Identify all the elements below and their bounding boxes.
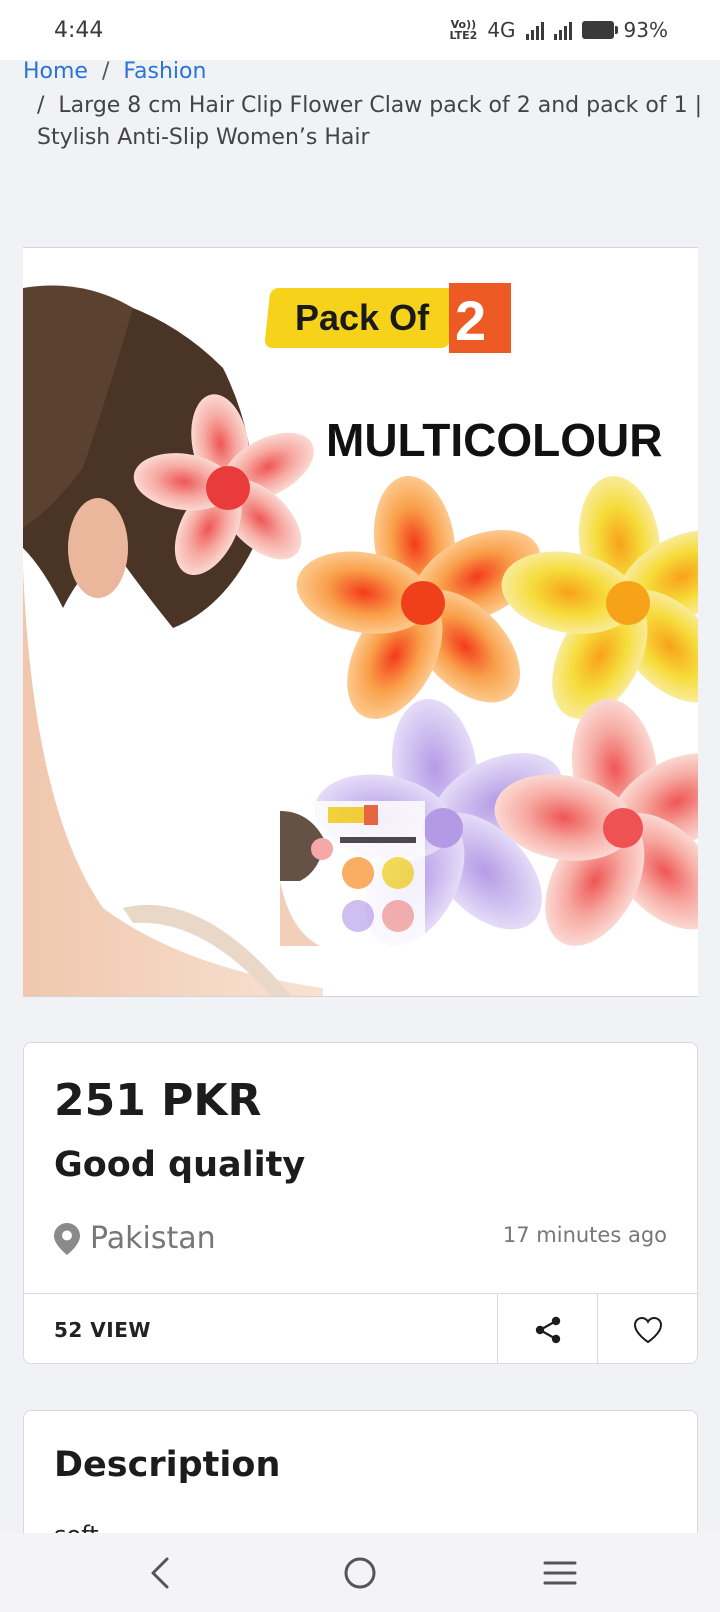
share-button[interactable] bbox=[497, 1294, 597, 1363]
status-time: 4:44 bbox=[54, 17, 104, 43]
listing-actions: 52 VIEW bbox=[24, 1293, 697, 1363]
product-image[interactable]: Pack Of 2 MULTICOLOUR bbox=[23, 247, 698, 997]
location-text: Pakistan bbox=[90, 1221, 216, 1256]
battery-level: 93% bbox=[623, 18, 668, 42]
view-count: 52 VIEW bbox=[54, 1317, 151, 1342]
status-bar: 4:44 Vo)) LTE2 4G 93% bbox=[0, 0, 720, 60]
breadcrumb-separator-2: / bbox=[37, 93, 45, 118]
share-icon bbox=[535, 1316, 560, 1343]
heart-icon bbox=[633, 1316, 662, 1343]
description-heading: Description bbox=[54, 1445, 281, 1485]
signal-icon bbox=[525, 20, 544, 40]
location-pin-icon bbox=[54, 1222, 80, 1255]
multicolour-banner: MULTICOLOUR bbox=[326, 414, 662, 466]
listing-location: Pakistan bbox=[54, 1221, 216, 1256]
menu-icon bbox=[543, 1561, 577, 1584]
breadcrumb-home-link[interactable]: Home bbox=[23, 56, 88, 88]
favorite-button[interactable] bbox=[597, 1294, 697, 1363]
nav-back-button[interactable] bbox=[100, 1556, 220, 1590]
breadcrumb-current-title: Large 8 cm Hair Clip Flower Claw pack of… bbox=[37, 93, 702, 150]
posted-time: 17 minutes ago bbox=[502, 1223, 667, 1247]
battery-icon bbox=[581, 21, 618, 39]
pack-badge-label: Pack Of bbox=[295, 297, 430, 338]
home-circle-icon bbox=[344, 1557, 376, 1588]
breadcrumb-separator: / bbox=[101, 59, 110, 84]
volte-label-2: LTE2 bbox=[449, 29, 478, 42]
listing-price: 251 PKR bbox=[54, 1075, 262, 1126]
breadcrumb: Home / Fashion / Large 8 cm Hair Clip Fl… bbox=[23, 56, 703, 154]
listing-title: Good quality bbox=[54, 1145, 306, 1185]
volte-icon: Vo)) LTE2 bbox=[449, 19, 477, 41]
network-type: 4G bbox=[487, 18, 516, 42]
breadcrumb-category-link[interactable]: Fashion bbox=[123, 56, 206, 88]
status-icons: Vo)) LTE2 4G 93% bbox=[449, 18, 668, 42]
system-nav-bar bbox=[0, 1533, 720, 1612]
breadcrumb-current: / Large 8 cm Hair Clip Flower Claw pack … bbox=[23, 90, 703, 154]
listing-card: 251 PKR Good quality Pakistan 17 minutes… bbox=[23, 1042, 698, 1364]
nav-menu-button[interactable] bbox=[500, 1559, 620, 1587]
product-illustration: Pack Of 2 MULTICOLOUR bbox=[23, 248, 698, 996]
nav-home-button[interactable] bbox=[300, 1556, 420, 1590]
back-arrow-icon bbox=[151, 1557, 169, 1588]
signal-icon-2 bbox=[553, 20, 572, 40]
pack-badge-number: 2 bbox=[455, 289, 486, 352]
image-zoom-thumbnail bbox=[280, 801, 425, 946]
